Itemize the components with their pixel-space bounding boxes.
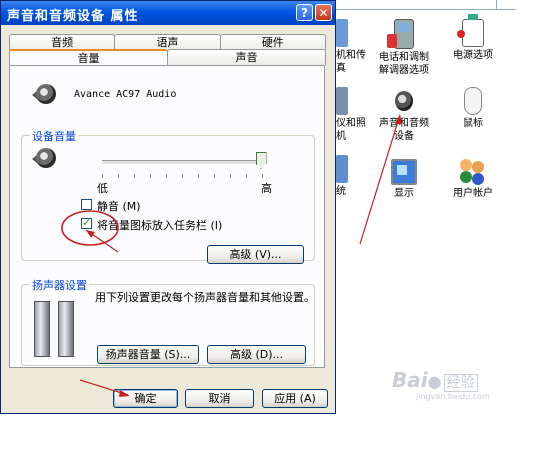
- volume-high-label: 高: [261, 182, 272, 195]
- volume-slider-track[interactable]: [102, 160, 262, 165]
- tray-icon-checkbox[interactable]: [81, 216, 92, 229]
- volume-icon: [32, 146, 58, 172]
- slider-tick: [182, 174, 183, 178]
- volume-tab-panel: Avance AC97 Audio 设备音量 低 高 静音 (M) 将音量图标放…: [9, 65, 325, 368]
- cp-item-label: 显示: [394, 188, 414, 199]
- ok-button[interactable]: 确定: [113, 389, 178, 408]
- help-button[interactable]: ?: [296, 4, 313, 21]
- speaker-icon: [391, 87, 417, 115]
- tab-volume[interactable]: 音量: [9, 49, 168, 65]
- speaker-volume-button[interactable]: 扬声器音量 (S)...: [97, 345, 199, 364]
- watermark-suffix: 经验: [443, 374, 478, 392]
- volume-low-label: 低: [97, 182, 108, 195]
- cp-item-sound-audio[interactable]: 声音和音频 设备: [369, 85, 439, 143]
- group-title: 扬声器设置: [30, 277, 89, 293]
- speaker-advanced-button[interactable]: 高级 (D)...: [207, 345, 306, 364]
- dialog-title: 声音和音频设备 属性: [7, 9, 139, 24]
- cp-item-label: 声音和音频 设备: [379, 118, 429, 142]
- group-title: 设备音量: [30, 128, 78, 144]
- apply-button[interactable]: 应用 (A): [262, 389, 328, 408]
- tab-hardware[interactable]: 硬件: [219, 34, 326, 50]
- watermark-logo: Bai: [392, 368, 428, 392]
- tab-row-back: 音频 语声 硬件: [9, 34, 326, 50]
- slider-tick: [102, 174, 103, 178]
- mouse-icon: [464, 87, 482, 115]
- sound-properties-dialog: 声音和音频设备 属性 ? ✕ 音频 语声 硬件 音量 声音 Avance AC9…: [0, 0, 336, 414]
- cp-item-user-accounts[interactable]: 用户帐户: [438, 153, 508, 200]
- cp-item-label: 仪和照 机: [336, 118, 366, 142]
- slider-tick: [262, 174, 263, 178]
- cp-item-label: 电源选项: [453, 50, 493, 61]
- cp-item-label: 鼠标: [463, 118, 483, 129]
- baidu-watermark: Bai● 经验 jingyan.baidu.com: [392, 368, 490, 401]
- fax-icon: [336, 19, 348, 47]
- cp-item-power-options[interactable]: 电源选项: [438, 14, 508, 62]
- cp-item-label: 用户帐户: [453, 188, 493, 199]
- slider-tick: [198, 174, 199, 178]
- slider-tick: [166, 174, 167, 178]
- phone-modem-icon: [387, 19, 414, 49]
- mute-checkbox[interactable]: [81, 199, 92, 210]
- device-volume-group: 设备音量: [21, 128, 315, 261]
- tray-icon-label[interactable]: 将音量图标放入任务栏 (I): [97, 217, 222, 233]
- tab-sounds[interactable]: 声音: [167, 49, 326, 65]
- cp-item-label: 电话和调制 解调器选项: [379, 52, 429, 76]
- control-panel-top-border: [336, 0, 516, 10]
- scanner-camera-icon: [336, 87, 348, 115]
- slider-tick: [214, 174, 215, 178]
- device-name: Avance AC97 Audio: [74, 89, 177, 100]
- cp-item-mouse[interactable]: 鼠标: [438, 85, 508, 130]
- mute-label[interactable]: 静音 (M): [97, 198, 141, 214]
- tab-row-front: 音量 声音: [9, 49, 326, 65]
- speaker-icon: [32, 82, 58, 108]
- cp-item-label: 机和传 真: [336, 50, 366, 74]
- cp-item-display[interactable]: 显示: [369, 153, 439, 200]
- tab-audio[interactable]: 音频: [9, 34, 116, 50]
- slider-tick: [118, 174, 119, 178]
- slider-tick: [230, 174, 231, 178]
- device-advanced-button[interactable]: 高级 (V)...: [207, 245, 304, 264]
- system-icon: [336, 155, 348, 183]
- paw-icon: ●: [427, 372, 442, 391]
- cancel-button[interactable]: 取消: [185, 389, 254, 408]
- cp-item-phone-modem[interactable]: 电话和调制 解调器选项: [369, 17, 439, 77]
- speaker-settings-description: 用下列设置更改每个扬声器音量和其他设置。: [95, 291, 315, 304]
- watermark-url: jingyan.baidu.com: [416, 392, 490, 401]
- title-bar[interactable]: 声音和音频设备 属性 ? ✕: [1, 1, 335, 25]
- close-button[interactable]: ✕: [315, 4, 332, 21]
- slider-tick: [134, 174, 135, 178]
- power-options-icon: [457, 14, 484, 47]
- display-icon: [391, 159, 417, 185]
- slider-tick: [150, 174, 151, 178]
- cp-item-label: 统: [336, 186, 346, 197]
- tab-voice[interactable]: 语声: [114, 34, 221, 50]
- user-accounts-icon: [458, 157, 488, 183]
- slider-tick: [246, 174, 247, 178]
